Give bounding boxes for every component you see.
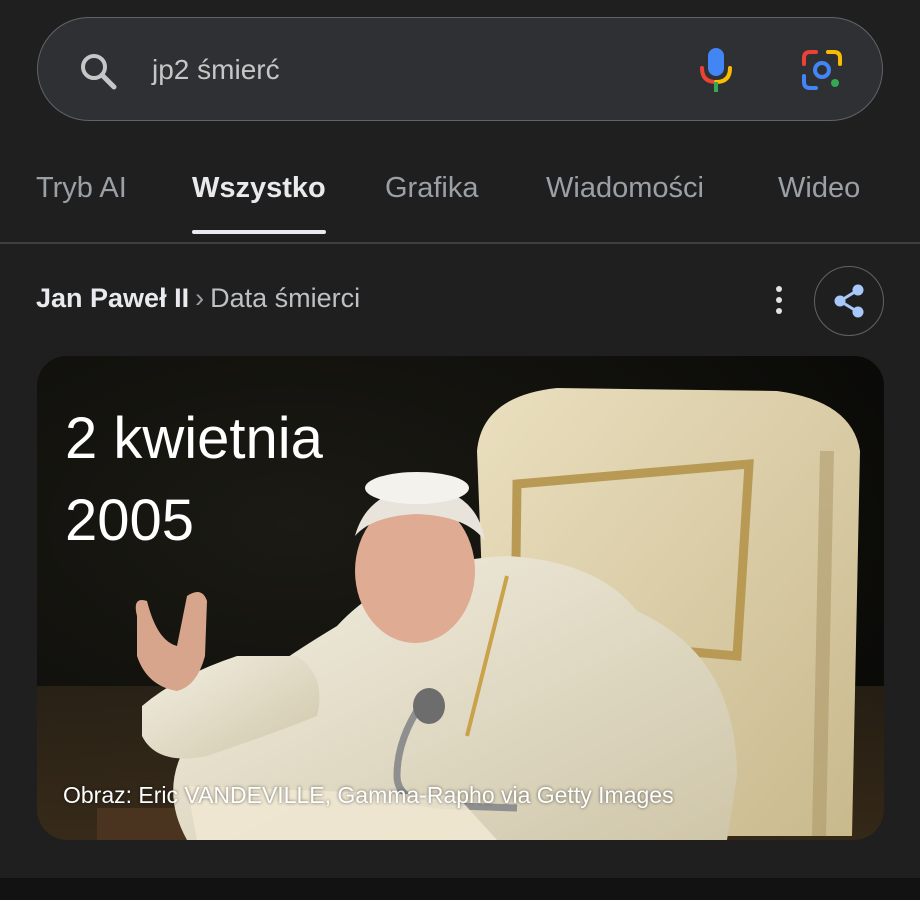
breadcrumb-entity[interactable]: Jan Paweł II — [36, 283, 189, 313]
breadcrumb-attribute: Data śmierci — [210, 283, 361, 313]
tab-label: Wiadomości — [546, 172, 704, 204]
breadcrumb: Jan Paweł II › Data śmierci — [36, 280, 360, 316]
microphone-icon[interactable] — [696, 46, 736, 94]
share-button[interactable] — [814, 266, 884, 336]
image-credit: Obraz: Eric VANDEVILLE, Gamma-Rapho via … — [63, 782, 674, 808]
death-date-day-month: 2 kwietnia — [65, 406, 323, 471]
search-input[interactable]: jp2 śmierć — [152, 51, 280, 89]
share-icon — [834, 284, 864, 318]
bottom-edge — [0, 878, 920, 900]
death-date-year: 2005 — [65, 488, 195, 553]
search-icon[interactable] — [78, 51, 118, 91]
breadcrumb-separator: › — [195, 283, 205, 313]
tab-label: Wideo — [778, 172, 861, 204]
google-lens-icon[interactable] — [800, 48, 844, 92]
tab-label: Wszystko — [192, 172, 326, 204]
tabs-divider — [0, 242, 920, 244]
more-options-icon[interactable] — [764, 280, 794, 320]
active-tab-indicator — [192, 230, 326, 234]
tab-label: Grafika — [385, 172, 479, 204]
death-date-card[interactable]: 2 kwietnia 2005 Obraz: Eric VANDEVILLE, … — [37, 356, 884, 840]
search-bar[interactable]: jp2 śmierć — [37, 17, 883, 121]
tab-ai-mode[interactable]: Tryb AI — [36, 168, 127, 208]
search-tabs: Tryb AI Wszystko Grafika Wiadomości Wide… — [0, 150, 920, 244]
tab-videos[interactable]: Wideo — [778, 168, 860, 208]
tab-news[interactable]: Wiadomości — [546, 168, 704, 208]
tab-label: Tryb AI — [36, 172, 127, 204]
tab-images[interactable]: Grafika — [385, 168, 478, 208]
death-date: 2 kwietnia 2005 — [65, 398, 485, 562]
tab-all[interactable]: Wszystko — [192, 168, 326, 234]
